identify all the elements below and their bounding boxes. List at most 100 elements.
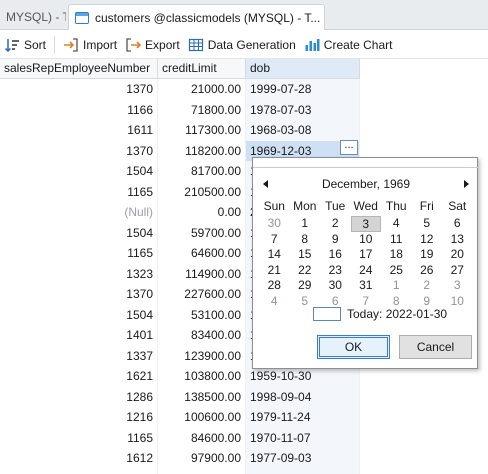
calendar-day[interactable]: 30 [320,278,351,294]
calendar-day[interactable]: 2 [320,216,351,232]
cell-creditlimit[interactable]: 118200.00 [158,140,246,161]
calendar-day[interactable]: 25 [381,263,412,279]
cell-creditlimit[interactable]: 123900.00 [158,345,246,366]
cell-creditlimit[interactable]: 117300.00 [158,120,246,141]
column-header-dob[interactable]: dob [246,59,360,78]
cell-creditlimit[interactable]: 103800.00 [158,366,246,387]
cell-salesrep[interactable]: 1504 [0,304,158,325]
cell-dob[interactable]: 1998-09-04 [246,386,360,407]
cell-salesrep[interactable]: 1165 [0,181,158,202]
cell-salesrep[interactable]: (Null) [0,202,158,223]
data-generation-button[interactable]: Data Generation [184,33,300,57]
calendar-day[interactable]: 7 [259,232,290,248]
cell-salesrep[interactable]: 1370 [0,79,158,100]
cell-creditlimit[interactable]: 97900.00 [158,448,246,469]
table-row[interactable]: 1216 100600.00 1979-11-24 [0,407,360,428]
calendar-day[interactable]: 3 [442,278,473,294]
calendar-day[interactable]: 10 [351,232,382,248]
calendar-day[interactable]: 31 [351,278,382,294]
cell-salesrep[interactable]: 1612 [0,448,158,469]
calendar-day[interactable]: 14 [259,247,290,263]
cell-dob[interactable]: 1970-11-07 [246,427,360,448]
cell-dob[interactable]: 1968-03-08 [246,120,360,141]
cell-creditlimit[interactable]: 114900.00 [158,263,246,284]
calendar-day[interactable]: 16 [320,247,351,263]
table-row[interactable]: 1612 97900.00 1977-09-03 [0,448,360,469]
table-row[interactable]: 1370 21000.00 1999-07-28 [0,79,360,100]
ok-button[interactable]: OK [317,335,390,359]
cell-creditlimit[interactable]: 71800.00 [158,99,246,120]
tab-previous[interactable]: MYSQL) - T... [0,4,66,30]
calendar-day[interactable]: 8 [290,232,321,248]
calendar-day[interactable]: 18 [381,247,412,263]
cell-salesrep[interactable]: 1370 [0,284,158,305]
calendar-day[interactable]: 15 [290,247,321,263]
cell-salesrep[interactable]: 1166 [0,99,158,120]
cell-creditlimit[interactable]: 83400.00 [158,325,246,346]
cell-creditlimit[interactable]: 21000.00 [158,79,246,100]
calendar-day[interactable]: 4 [259,294,290,310]
cell-salesrep[interactable]: 1401 [0,325,158,346]
cell-dob[interactable]: 1962-11-07 [246,468,360,474]
calendar-day[interactable]: 4 [381,216,412,232]
calendar-day[interactable]: 30 [259,216,290,232]
calendar-day[interactable]: 1 [381,278,412,294]
calendar-day[interactable]: 28 [259,278,290,294]
cell-salesrep[interactable]: 1323 [0,263,158,284]
calendar-month-title[interactable]: December, 1969 [253,177,479,191]
calendar-day[interactable]: 26 [412,263,443,279]
cell-creditlimit[interactable]: 138500.00 [158,386,246,407]
cell-salesrep[interactable]: 1611 [0,120,158,141]
cell-creditlimit[interactable]: 210500.00 [158,181,246,202]
cell-dob[interactable]: 1959-10-30 [246,366,360,387]
cancel-button[interactable]: Cancel [399,335,472,359]
calendar-day[interactable]: 12 [412,232,443,248]
sort-button[interactable]: Sort [0,33,50,57]
calendar-day[interactable]: 6 [442,216,473,232]
cell-creditlimit[interactable]: 64600.00 [158,243,246,264]
calendar-day[interactable]: 27 [442,263,473,279]
table-row[interactable]: 1166 71800.00 1978-07-03 [0,99,360,120]
date-input-strip[interactable] [253,158,479,168]
cell-salesrep[interactable]: 1216 [0,407,158,428]
cell-creditlimit[interactable]: 84600.00 [158,427,246,448]
cell-dob[interactable]: 1978-07-03 [246,99,360,120]
cell-creditlimit[interactable]: 96800.00 [158,468,246,474]
today-link[interactable]: Today: 2022-01-30 [313,306,447,322]
table-row[interactable]: 1286 138500.00 1998-09-04 [0,386,360,407]
calendar-day[interactable]: 3 [350,216,381,232]
create-chart-button[interactable]: Create Chart [300,33,397,57]
cell-creditlimit[interactable]: 0.00 [158,202,246,223]
calendar-day[interactable]: 1 [290,216,321,232]
cell-salesrep[interactable]: 1621 [0,366,158,387]
cell-creditlimit[interactable]: 59700.00 [158,222,246,243]
column-header-salesrep[interactable]: salesRepEmployeeNumber [0,59,158,78]
calendar-day[interactable]: 19 [412,247,443,263]
calendar-day[interactable]: 9 [320,232,351,248]
calendar-day[interactable]: 5 [412,216,443,232]
cell-salesrep[interactable]: 1337 [0,345,158,366]
calendar-day[interactable]: 2 [412,278,443,294]
table-row[interactable]: 150496800.001962-11-07 [0,468,360,474]
table-row[interactable]: 1621 103800.00 1959-10-30 [0,366,360,387]
table-row[interactable]: 1611 117300.00 1968-03-08 [0,120,360,141]
calendar-day[interactable]: 13 [442,232,473,248]
date-picker-button[interactable]: ... [340,140,358,155]
calendar-day[interactable]: 23 [320,263,351,279]
cell-dob[interactable]: 1999-07-28 [246,79,360,100]
next-month-icon[interactable] [464,180,469,188]
cell-dob[interactable]: 1979-11-24 [246,407,360,428]
cell-dob[interactable]: 1977-09-03 [246,448,360,469]
tab-customers[interactable]: customers @classicmodels (MYSQL) - T... [68,4,325,30]
cell-salesrep[interactable]: 1165 [0,243,158,264]
calendar-day[interactable]: 11 [381,232,412,248]
import-button[interactable]: Import [59,33,121,57]
cell-salesrep[interactable]: 1504 [0,468,158,474]
cell-salesrep[interactable]: 1504 [0,222,158,243]
export-button[interactable]: Export [121,33,184,57]
cell-creditlimit[interactable]: 53100.00 [158,304,246,325]
calendar-day[interactable]: 21 [259,263,290,279]
calendar-day[interactable]: 17 [351,247,382,263]
cell-creditlimit[interactable]: 227600.00 [158,284,246,305]
column-header-creditlimit[interactable]: creditLimit [158,59,246,78]
